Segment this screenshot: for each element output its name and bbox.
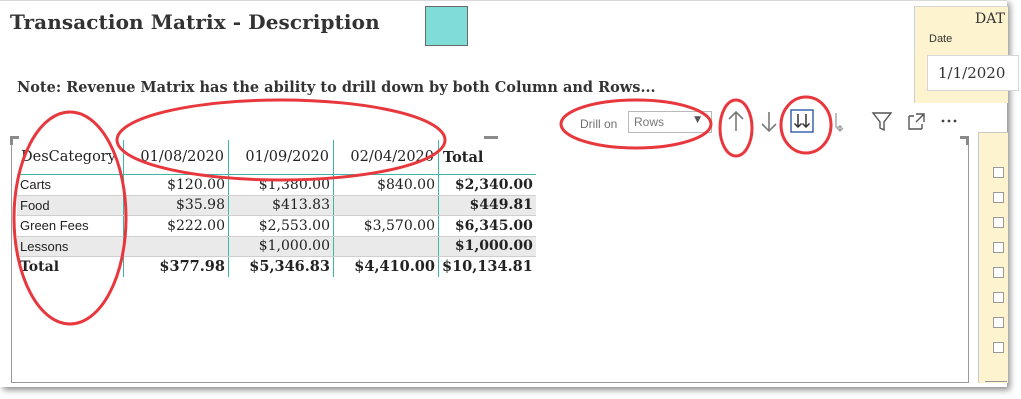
- matrix-row: Carts $120.00 $1,380.00 $840.00 $2,340.0…: [17, 174, 536, 196]
- slicer-checkbox[interactable]: [993, 317, 1004, 328]
- matrix-row: Food $35.98 $413.83 $449.81: [17, 195, 536, 216]
- date-input-value: 1/1/2020: [938, 64, 1006, 82]
- resize-handle-top-right[interactable]: [960, 136, 969, 145]
- cell-value: $413.83: [228, 195, 334, 216]
- cell-value: $35.98: [123, 195, 229, 216]
- grand-total-overall: $10,134.81: [438, 256, 536, 277]
- drill-on-label: Drill on: [580, 117, 618, 131]
- cell-value: $120.00: [123, 174, 229, 196]
- row-category[interactable]: Lessons: [17, 236, 124, 257]
- grand-total-value: $4,410.00: [333, 256, 439, 277]
- drill-down-icon[interactable]: [756, 107, 782, 135]
- note-text: Note: Revenue Matrix has the ability to …: [17, 79, 656, 96]
- chevron-down-icon: ▼: [694, 115, 701, 125]
- header-date-3[interactable]: 02/04/2020: [333, 140, 439, 175]
- drill-on-dropdown[interactable]: Rows ▼: [628, 111, 712, 133]
- grand-total-value: $5,346.83: [228, 256, 334, 277]
- date-slicer-label: Date: [929, 33, 953, 45]
- slicer-checkbox[interactable]: [993, 267, 1004, 278]
- focus-mode-icon[interactable]: [904, 107, 930, 135]
- drill-up-icon[interactable]: [723, 107, 749, 135]
- drill-on-value: Rows: [634, 115, 665, 129]
- slicer-checkbox[interactable]: [993, 292, 1004, 303]
- resize-handle-top[interactable]: [484, 136, 498, 139]
- date-input[interactable]: 1/1/2020: [927, 55, 1019, 91]
- header-descategory[interactable]: DesCategory: [17, 140, 124, 175]
- color-swatch: [425, 6, 468, 46]
- grand-total-value: $377.98: [123, 256, 229, 277]
- cell-value: $3,570.00: [333, 215, 439, 237]
- date-slicer-title: DAT: [975, 11, 1005, 27]
- side-slicer-panel: [978, 132, 1008, 383]
- cell-value: $222.00: [123, 215, 229, 237]
- cell-value: $840.00: [333, 174, 439, 196]
- row-total: $449.81: [438, 195, 536, 216]
- grand-total-label: Total: [17, 256, 124, 277]
- header-date-1[interactable]: 01/08/2020: [123, 140, 229, 175]
- cell-value: $2,553.00: [228, 215, 334, 237]
- matrix-grand-total-row: Total $377.98 $5,346.83 $4,410.00 $10,13…: [17, 256, 536, 277]
- filter-icon[interactable]: [869, 107, 895, 135]
- expand-next-level-icon[interactable]: [828, 107, 854, 135]
- cell-value: $1,000.00: [228, 236, 334, 257]
- slicer-checkbox[interactable]: [993, 242, 1004, 253]
- slicer-checkbox[interactable]: [993, 342, 1004, 353]
- cell-value: [333, 195, 439, 216]
- slicer-checkbox[interactable]: [993, 167, 1004, 178]
- cell-value: [123, 236, 229, 257]
- visual-header-toolbar: Drill on Rows ▼: [570, 105, 970, 139]
- expand-all-down-icon[interactable]: [789, 107, 815, 135]
- more-options-icon[interactable]: [936, 107, 962, 135]
- matrix-header-row: DesCategory 01/08/2020 01/09/2020 02/04/…: [17, 140, 536, 175]
- matrix-row: Lessons $1,000.00 $1,000.00: [17, 236, 536, 257]
- row-total: $2,340.00: [438, 174, 536, 196]
- slicer-checkbox[interactable]: [993, 192, 1004, 203]
- cell-value: [333, 236, 439, 257]
- revenue-matrix: DesCategory 01/08/2020 01/09/2020 02/04/…: [17, 140, 536, 277]
- matrix-row: Green Fees $222.00 $2,553.00 $3,570.00 $…: [17, 215, 536, 237]
- header-total[interactable]: Total: [438, 140, 536, 175]
- cell-value: $1,380.00: [228, 174, 334, 196]
- row-total: $6,345.00: [438, 215, 536, 237]
- row-category[interactable]: Food: [17, 195, 124, 216]
- row-total: $1,000.00: [438, 236, 536, 257]
- row-category[interactable]: Carts: [17, 174, 124, 196]
- slicer-checkbox[interactable]: [993, 217, 1004, 228]
- report-title: Transaction Matrix - Description: [10, 10, 380, 34]
- header-date-2[interactable]: 01/09/2020: [228, 140, 334, 175]
- date-slicer[interactable]: DAT Date 1/1/2020: [914, 6, 1019, 103]
- bottom-divider: [985, 381, 1007, 387]
- row-category[interactable]: Green Fees: [17, 215, 124, 237]
